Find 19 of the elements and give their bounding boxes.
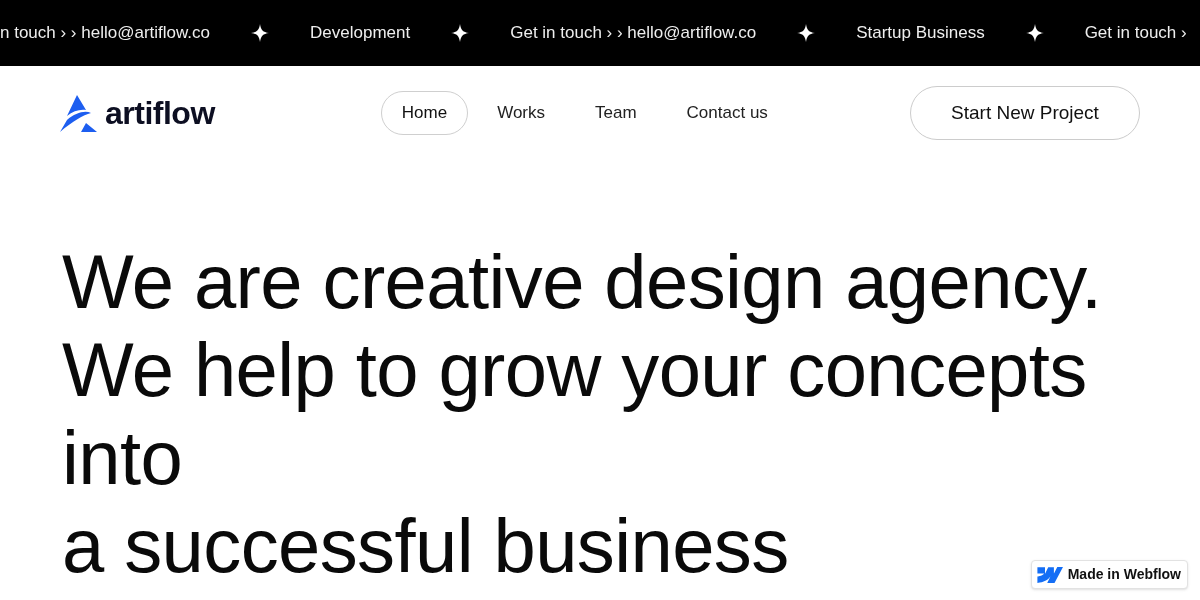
logo-icon bbox=[60, 94, 97, 132]
sparkle-icon bbox=[251, 24, 270, 42]
ticker-text: Development bbox=[310, 22, 411, 45]
logo-icon bbox=[1036, 566, 1063, 583]
ticker-text: n touch › › hello@artiflow.co bbox=[0, 22, 211, 45]
start-project-button[interactable]: Start New Project bbox=[910, 86, 1140, 140]
ticker-text: Startup Business bbox=[856, 22, 985, 45]
hero-heading: a successful business bbox=[62, 502, 789, 590]
ticker-text: Get in touch › bbox=[1084, 22, 1187, 45]
sparkle-icon bbox=[797, 24, 816, 42]
nav-link[interactable]: Works bbox=[476, 91, 566, 135]
badge-text: Made in Webflow bbox=[1067, 565, 1181, 584]
logo-text: artiflow bbox=[105, 97, 215, 129]
ticker-text: Get in touch › › hello@artiflow.co bbox=[510, 22, 757, 45]
made-in-webflow-badge[interactable]: Made in Webflow bbox=[1030, 560, 1188, 589]
sparkle-icon bbox=[451, 24, 470, 42]
nav-link[interactable]: Team bbox=[574, 91, 658, 135]
nav-link[interactable]: Contact us bbox=[665, 91, 789, 135]
sparkle-icon bbox=[1025, 24, 1044, 42]
